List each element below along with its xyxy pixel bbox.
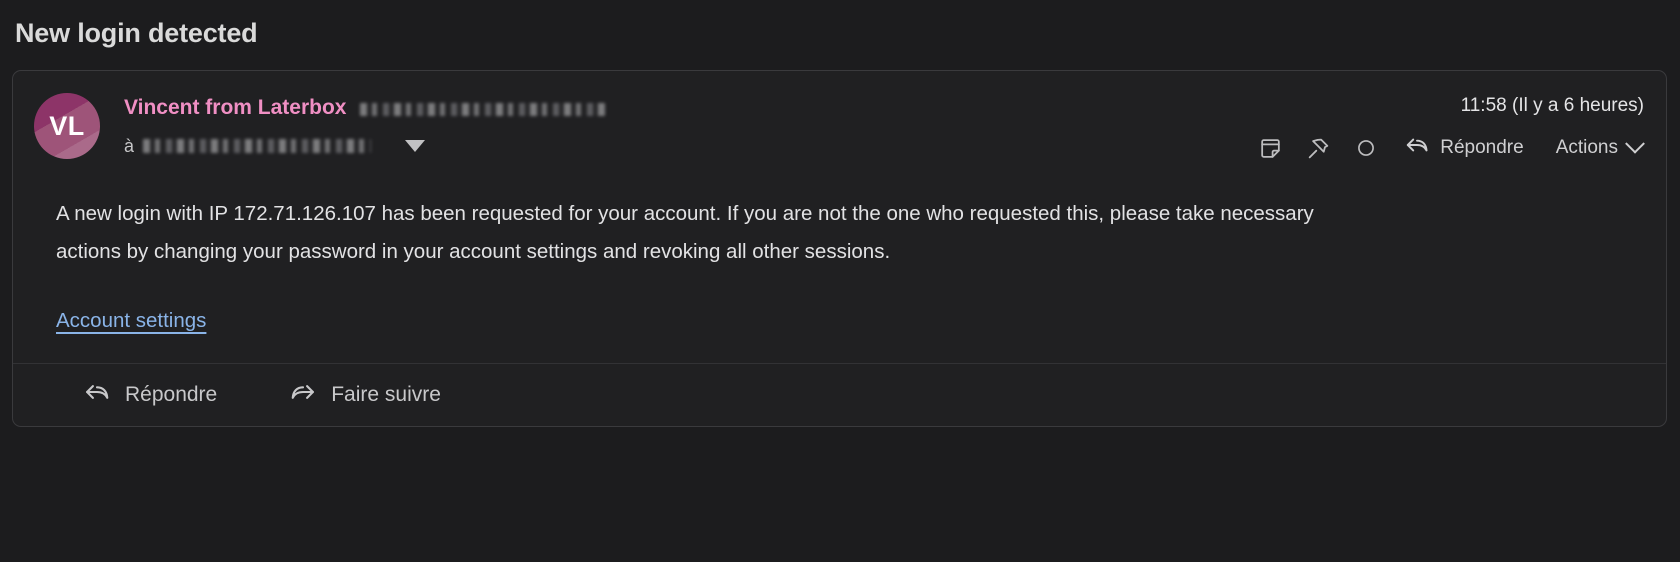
- reply-arrow-icon: [1404, 132, 1430, 164]
- sender-info: Vincent from Laterbox à: [100, 91, 1246, 160]
- avatar: VL: [34, 93, 100, 160]
- avatar-initials: VL: [49, 110, 85, 141]
- sender-line: Vincent from Laterbox: [124, 93, 1246, 123]
- recipient-email-redacted: [143, 139, 372, 154]
- circle-unread-icon[interactable]: [1342, 131, 1390, 165]
- recipient-prefix: à: [124, 135, 135, 156]
- forward-arrow-icon: [289, 378, 317, 412]
- reply-button-footer[interactable]: Répondre: [83, 378, 289, 412]
- body-paragraph: A new login with IP 172.71.126.107 has b…: [56, 202, 1314, 264]
- message-body: A new login with IP 172.71.126.107 has b…: [13, 169, 1666, 363]
- header-action-row: Répondre Actions: [1246, 131, 1645, 165]
- recipient-line: à: [124, 132, 1246, 160]
- actions-button-label: Actions: [1555, 137, 1618, 159]
- message-footer: Répondre Faire suivre: [13, 363, 1666, 426]
- pin-icon[interactable]: [1294, 131, 1342, 165]
- actions-button[interactable]: Actions: [1534, 134, 1645, 159]
- page-title: New login detected: [15, 18, 258, 48]
- reply-arrow-icon: [83, 378, 111, 412]
- email-viewer: New login detected VL Vincent from Later…: [0, 0, 1680, 562]
- sender-email-redacted: [359, 103, 605, 117]
- header-right: 11:58 (Il y a 6 heures) Répondre Actions: [1246, 91, 1645, 165]
- sender-name[interactable]: Vincent from Laterbox: [124, 96, 347, 120]
- chevron-down-icon: [1625, 134, 1645, 155]
- reply-button-header[interactable]: Répondre: [1390, 132, 1533, 164]
- reply-footer-label: Répondre: [125, 383, 218, 407]
- forward-footer-label: Faire suivre: [331, 383, 441, 407]
- account-settings-link[interactable]: Account settings: [56, 309, 206, 333]
- caret-down-icon[interactable]: [405, 140, 426, 153]
- message-card: VL Vincent from Laterbox à 11:58 (Il y a…: [12, 70, 1667, 428]
- timestamp: 11:58 (Il y a 6 heures): [1460, 95, 1644, 117]
- message-header: VL Vincent from Laterbox à 11:58 (Il y a…: [13, 71, 1666, 169]
- reply-button-label: Répondre: [1440, 137, 1524, 159]
- sticky-note-icon[interactable]: [1246, 131, 1294, 165]
- forward-button-footer[interactable]: Faire suivre: [289, 378, 513, 412]
